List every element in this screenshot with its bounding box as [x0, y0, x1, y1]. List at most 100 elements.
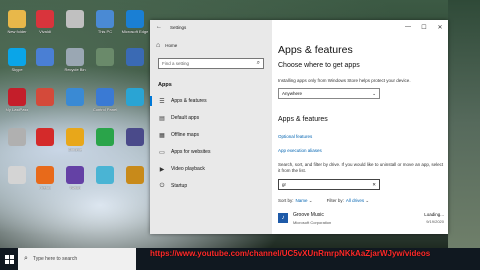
app-execution-aliases-link[interactable]: App execution aliases: [278, 148, 322, 153]
nav-item-offline-maps[interactable]: ▦ Offline maps: [150, 128, 272, 142]
back-arrow-icon[interactable]: ←: [156, 24, 162, 30]
desktop-shortcut[interactable]: [30, 88, 60, 118]
app-list-search-input[interactable]: gr ✕: [278, 179, 380, 190]
desktop-shortcut[interactable]: Chrome: [60, 128, 90, 158]
nav-item-label: Apps & features: [171, 98, 207, 104]
app-icon: [8, 166, 26, 184]
desktop-shortcut[interactable]: [120, 48, 150, 78]
desktop-shortcut[interactable]: [2, 166, 32, 196]
home-nav-item[interactable]: ⌂ Home: [156, 42, 177, 49]
desktop-shortcut[interactable]: Skype: [2, 48, 32, 78]
desktop-shortcut[interactable]: My LastPass: [2, 88, 32, 118]
sort-control[interactable]: Sort by: Name ⌄: [278, 198, 313, 204]
app-icon: [8, 128, 26, 146]
desktop-shortcut[interactable]: [120, 128, 150, 158]
desktop-shortcut-label: This PC: [97, 29, 113, 34]
desktop-shortcut[interactable]: Vivaldi: [30, 10, 60, 40]
app-list-item[interactable]: ♪ Groove Music Microsoft Corporation Loa…: [278, 212, 444, 232]
filter-control[interactable]: Filter by: All drives ⌄: [327, 198, 370, 204]
nav-item-apps-for-websites[interactable]: ▭ Apps for websites: [150, 145, 272, 159]
desktop-shortcut[interactable]: Microsoft Edge: [120, 10, 150, 40]
app-icon: [36, 48, 54, 66]
app-icon: [96, 48, 114, 66]
app-icon: [36, 128, 54, 146]
window-title: Settings: [170, 24, 187, 30]
app-icon: [66, 10, 84, 28]
vivaldi-icon: [36, 10, 54, 28]
app-status: Loading...: [424, 212, 444, 217]
apps-features-heading: Apps & features: [278, 116, 328, 123]
clear-icon[interactable]: ✕: [372, 182, 376, 188]
app-list-search-value: gr: [282, 182, 287, 187]
filter-label: Filter by:: [326, 198, 344, 203]
app-icon: [126, 48, 144, 66]
lastpass-icon: [8, 88, 26, 106]
groove-music-icon: ♪: [278, 213, 288, 223]
settings-search-placeholder: Find a setting: [162, 61, 190, 66]
twitch-icon: [66, 166, 84, 184]
maximize-icon[interactable]: ☐: [416, 20, 432, 34]
edge-icon: [126, 10, 144, 28]
firefox-icon: [36, 166, 54, 184]
desktop-shortcut-label: Chrome: [67, 147, 83, 152]
home-icon: ⌂: [156, 42, 161, 49]
desktop-shortcut-label: Control Panel: [92, 107, 118, 112]
optional-features-link[interactable]: Optional features: [278, 134, 312, 139]
desktop-shortcut-label: Skype: [11, 67, 23, 72]
desktop-shortcut[interactable]: [90, 48, 120, 78]
settings-window: ← Settings ⌂ Home Find a setting ⌕ Apps …: [150, 20, 448, 234]
desktop-shortcut[interactable]: [60, 10, 90, 40]
desktop-shortcut[interactable]: [30, 128, 60, 158]
settings-search-input[interactable]: Find a setting ⌕: [158, 58, 264, 69]
taskbar-search-input[interactable]: ⌕ Type here to search: [18, 248, 136, 270]
nav-item-label: Default apps: [171, 115, 200, 121]
video-url-overlay: https://www.youtube.com/channel/UC5vXUnR…: [150, 249, 431, 258]
desktop-shortcut[interactable]: Twitch: [60, 166, 90, 196]
nav-item-label: Apps for websites: [171, 149, 211, 155]
nav-item-apps-features[interactable]: ☰ Apps & features: [150, 94, 272, 108]
app-icon: [126, 166, 144, 184]
settings-content: — ☐ ✕ Apps & features Choose where to ge…: [272, 20, 448, 234]
app-icon: [36, 88, 54, 106]
minimize-icon[interactable]: —: [400, 20, 416, 34]
desktop-shortcut[interactable]: This PC: [90, 10, 120, 40]
chevron-down-icon: ⌄: [372, 90, 376, 96]
chrome-icon: [66, 128, 84, 146]
windows-logo-icon: [4, 254, 14, 264]
desktop-shortcut[interactable]: [30, 48, 60, 78]
filter-value: All drives: [345, 198, 365, 203]
desktop-shortcut[interactable]: Firefox: [30, 166, 60, 196]
desktop-shortcut-label: My LastPass: [5, 107, 29, 112]
desktop-shortcut[interactable]: [90, 128, 120, 158]
desktop-shortcut[interactable]: New folder: [2, 10, 32, 40]
desktop-shortcut-label: Microsoft Edge: [121, 29, 149, 34]
app-icon: [96, 166, 114, 184]
recycle-bin-icon: [66, 48, 84, 66]
desktop-shortcut-label: Twitch: [69, 185, 81, 190]
skype-icon: [8, 48, 26, 66]
desktop-shortcut[interactable]: [60, 88, 90, 118]
desktop-shortcut[interactable]: [2, 128, 32, 158]
desktop-wallpaper-right: [448, 0, 480, 248]
start-button[interactable]: [0, 248, 18, 270]
search-icon: ⌕: [256, 60, 260, 66]
desktop-shortcut[interactable]: Recycle Bin: [60, 48, 90, 78]
desktop-shortcut[interactable]: [120, 166, 150, 196]
desktop-shortcut[interactable]: Control Panel: [90, 88, 120, 118]
chevron-down-icon: ⌄: [308, 198, 313, 203]
section-header-apps: Apps: [158, 82, 172, 88]
desktop-shortcut-label: Vivaldi: [39, 29, 51, 34]
close-icon[interactable]: ✕: [432, 20, 448, 34]
default-apps-icon: ▤: [159, 115, 165, 122]
app-name: Groove Music: [293, 212, 324, 218]
desktop-shortcut[interactable]: [90, 166, 120, 196]
nav-item-video-playback[interactable]: ▶ Video playback: [150, 162, 272, 176]
nav-item-label: Startup: [171, 183, 188, 189]
window-controls: — ☐ ✕: [400, 20, 448, 34]
desktop-shortcut[interactable]: [120, 88, 150, 118]
list-icon: ☰: [159, 98, 165, 105]
nav-item-startup[interactable]: ⏻ Startup: [150, 179, 272, 193]
app-meta: Loading... 9/19/2020: [424, 212, 444, 224]
app-source-dropdown[interactable]: Anywhere ⌄: [278, 88, 380, 99]
nav-item-default-apps[interactable]: ▤ Default apps: [150, 111, 272, 125]
